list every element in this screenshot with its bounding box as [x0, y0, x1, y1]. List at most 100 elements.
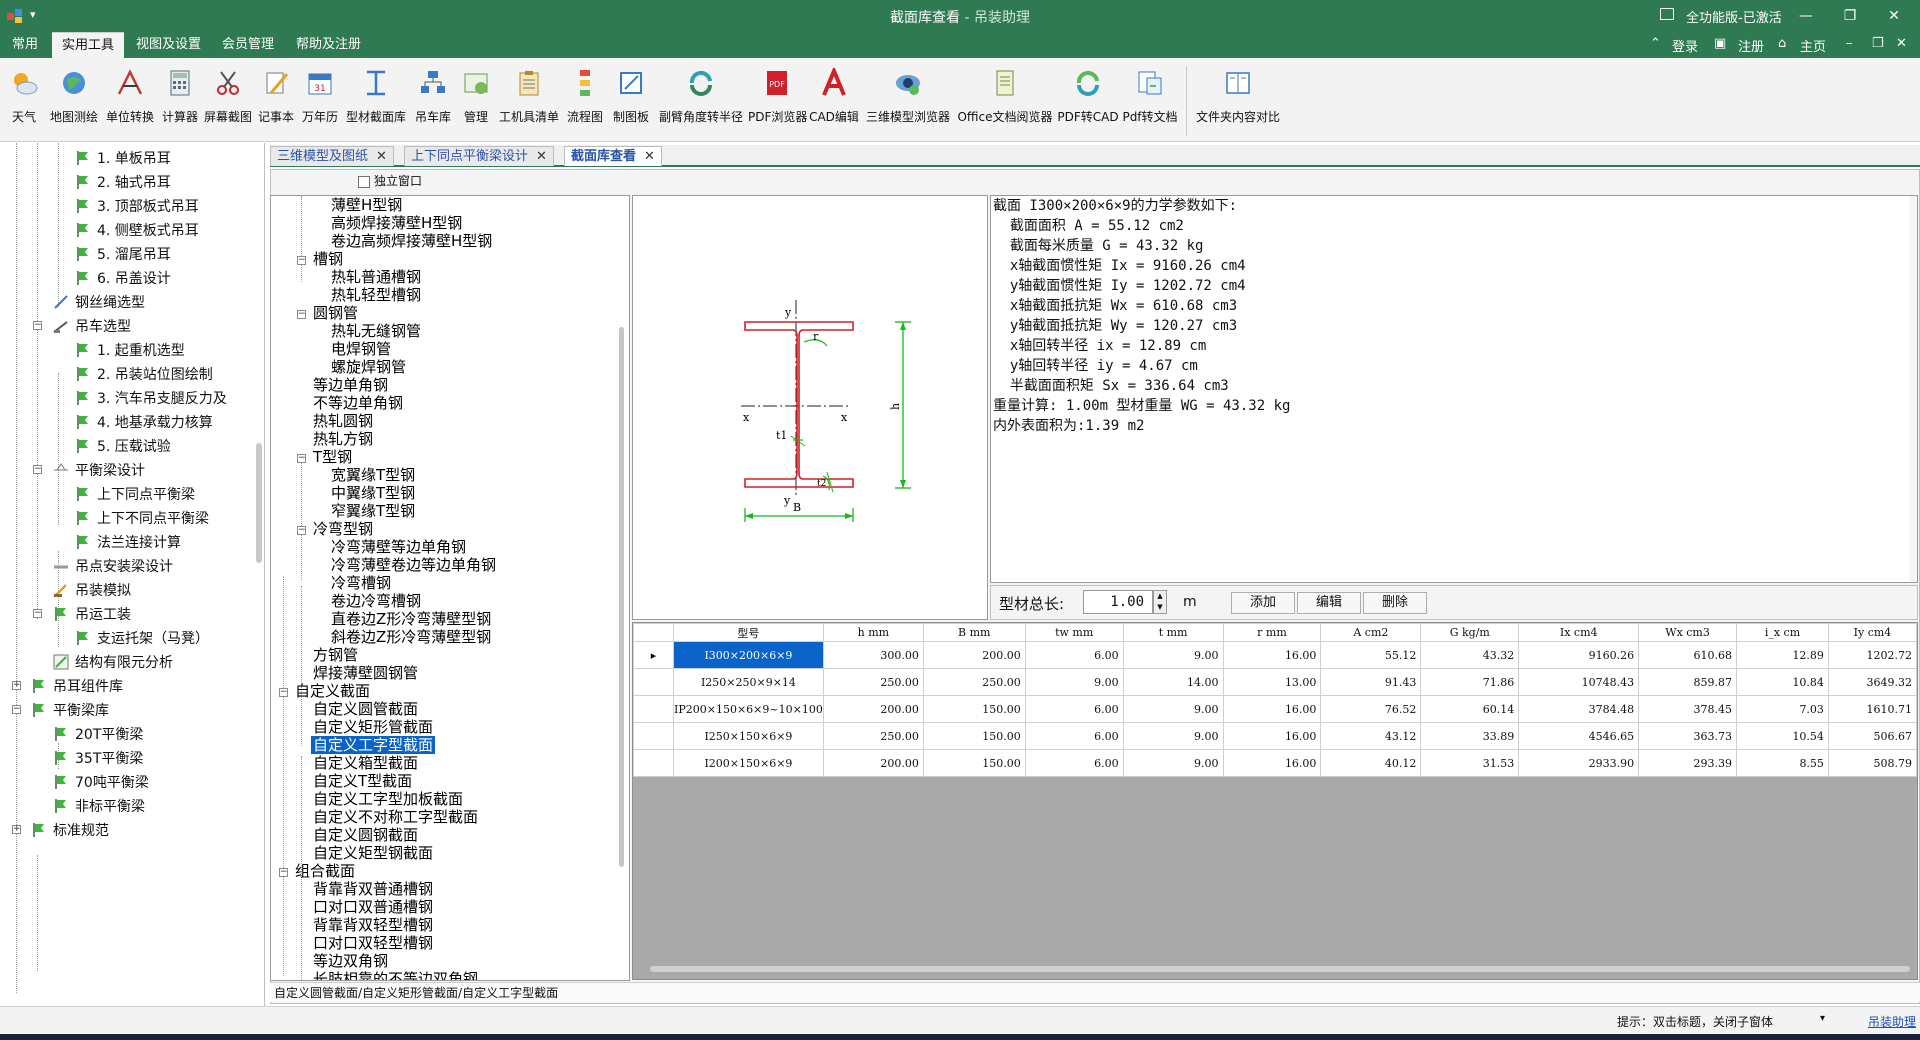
tree-item-bearing-capacity[interactable]: 4. 地基承载力核算: [74, 411, 213, 435]
table-cell[interactable]: 6.00: [1024, 749, 1124, 777]
tree-item-lug-library[interactable]: 吊耳组件库: [30, 675, 123, 699]
table-cell[interactable]: 31.53: [1420, 749, 1520, 777]
independent-window-checkbox[interactable]: 独立窗口: [358, 172, 422, 189]
table-cell[interactable]: 6.00: [1024, 695, 1124, 723]
tree-item-lifting-cap[interactable]: 6. 吊盖设计: [74, 267, 171, 291]
edit-button[interactable]: 编辑: [1297, 592, 1361, 614]
table-cell-model[interactable]: I250×150×6×9: [672, 722, 824, 750]
tree-item-crane-selection[interactable]: 吊车选型: [52, 315, 131, 339]
table-cell[interactable]: 1610.71: [1827, 695, 1917, 723]
table-cell[interactable]: 200.00: [822, 749, 924, 777]
table-cell[interactable]: 16.00: [1222, 749, 1322, 777]
section-item[interactable]: 冷弯槽钢: [331, 574, 391, 592]
section-group[interactable]: T型钢: [313, 448, 352, 466]
menu-tab-view-settings[interactable]: 视图及设置: [126, 32, 211, 58]
section-tree-scrollbar[interactable]: [618, 197, 626, 977]
help-link[interactable]: 吊装助理: [1868, 1013, 1916, 1030]
register-icon[interactable]: ▣: [1714, 36, 1726, 51]
row-header[interactable]: [633, 668, 674, 696]
tool-pdf-to-doc[interactable]: Pdf转文档: [1120, 62, 1180, 138]
length-stepper[interactable]: ▲ ▼: [1153, 590, 1167, 614]
tab-3d-models[interactable]: 三维模型及图纸 ✕: [270, 146, 394, 166]
column-header[interactable]: Iy cm4: [1827, 623, 1917, 642]
section-item-selected[interactable]: 自定义工字型截面: [311, 736, 436, 754]
section-item[interactable]: 热轧无缝钢管: [331, 322, 421, 340]
table-cell[interactable]: 2933.90: [1518, 749, 1640, 777]
section-item[interactable]: 卷边冷弯槽钢: [331, 592, 421, 610]
section-group-custom[interactable]: 自定义截面: [295, 682, 370, 700]
tool-weather[interactable]: 天气: [2, 62, 46, 138]
table-cell[interactable]: 16.00: [1222, 695, 1322, 723]
section-item[interactable]: 直卷边Z形冷弯薄壁型钢: [331, 610, 491, 628]
table-cell[interactable]: 610.68: [1638, 641, 1738, 669]
tool-calendar[interactable]: 31 万年历: [298, 62, 342, 138]
table-cell[interactable]: 9.00: [1122, 749, 1224, 777]
table-cell[interactable]: 4546.65: [1518, 722, 1640, 750]
tree-item-support-bracket[interactable]: 支运托架（马凳）: [74, 627, 209, 651]
tool-cad-edit[interactable]: CAD编辑: [806, 62, 862, 138]
tree-scrollbar[interactable]: [256, 443, 262, 563]
table-cell[interactable]: 200.00: [922, 641, 1026, 669]
column-header[interactable]: t mm: [1122, 623, 1224, 642]
menu-tab-help-register[interactable]: 帮助及注册: [286, 32, 371, 58]
tree-item-spreader-35t[interactable]: 35T平衡梁: [52, 747, 143, 771]
menu-tab-membership[interactable]: 会员管理: [212, 32, 284, 58]
collapse-ribbon-icon[interactable]: ⌃: [1650, 36, 1661, 51]
section-item[interactable]: 中翼缘T型钢: [331, 484, 415, 502]
section-item[interactable]: 长肢相靠的不等边双角钢: [313, 970, 478, 980]
expand-icon[interactable]: +: [12, 681, 21, 690]
close-button[interactable]: ✕: [1874, 4, 1914, 28]
tool-manage[interactable]: 管理: [456, 62, 496, 138]
collapse-icon[interactable]: −: [33, 321, 42, 330]
tree-item-same-point-spreader[interactable]: 上下同点平衡梁: [74, 483, 195, 507]
section-item[interactable]: 热轧方钢: [313, 430, 373, 448]
table-cell[interactable]: 60.14: [1420, 695, 1520, 723]
column-header[interactable]: Ix cm4: [1518, 623, 1640, 642]
add-button[interactable]: 添加: [1231, 592, 1295, 614]
column-header[interactable]: r mm: [1222, 623, 1322, 642]
column-header[interactable]: h mm: [822, 623, 924, 642]
table-cell[interactable]: 7.03: [1736, 695, 1829, 723]
close-tab-icon[interactable]: ✕: [376, 149, 387, 164]
tree-item-flange-calc[interactable]: 法兰连接计算: [74, 531, 181, 555]
table-cell[interactable]: 6.00: [1024, 641, 1124, 669]
table-cell[interactable]: 71.86: [1420, 668, 1520, 696]
spin-down-icon[interactable]: ▼: [1154, 602, 1166, 613]
section-item[interactable]: 不等边单角钢: [313, 394, 403, 412]
table-cell[interactable]: 378.45: [1638, 695, 1738, 723]
table-cell[interactable]: 1202.72: [1827, 641, 1917, 669]
section-item[interactable]: 电焊钢管: [331, 340, 391, 358]
sub-minimize-button[interactable]: –: [1846, 36, 1853, 51]
home-link[interactable]: 主页: [1800, 36, 1826, 55]
expand-icon[interactable]: +: [12, 825, 21, 834]
table-cell[interactable]: 9.00: [1122, 641, 1224, 669]
tree-item-top-plate-lug[interactable]: 3. 顶部板式吊耳: [74, 195, 199, 219]
table-cell[interactable]: 12.89: [1736, 641, 1829, 669]
tree-item-load-test[interactable]: 5. 压载试验: [74, 435, 171, 459]
table-cell[interactable]: 9.00: [1122, 695, 1224, 723]
table-cell[interactable]: 16.00: [1222, 722, 1322, 750]
section-item[interactable]: 自定义矩形管截面: [313, 718, 433, 736]
section-item[interactable]: 斜卷边Z形冷弯薄壁型钢: [331, 628, 491, 646]
tool-3d-model-viewer[interactable]: 三维模型浏览器: [862, 62, 954, 138]
checkbox-box[interactable]: [358, 175, 370, 188]
collapse-icon[interactable]: −: [297, 454, 306, 463]
tree-item-outrigger-force[interactable]: 3. 汽车吊支腿反力及: [74, 387, 227, 411]
tool-folder-compare[interactable]: 文件夹内容对比: [1190, 62, 1286, 138]
table-cell-model[interactable]: I300×200×6×9: [672, 641, 824, 669]
section-item[interactable]: 口对口双轻型槽钢: [313, 934, 433, 952]
home-icon[interactable]: ⌂: [1778, 36, 1786, 51]
tab-section-viewer[interactable]: 截面库查看 ✕: [564, 146, 662, 166]
sub-close-button[interactable]: ✕: [1896, 36, 1907, 51]
table-cell[interactable]: 40.12: [1320, 749, 1422, 777]
table-cell[interactable]: 55.12: [1320, 641, 1422, 669]
status-dropdown-icon[interactable]: ▾: [1820, 1013, 1825, 1024]
table-cell[interactable]: 10.54: [1736, 722, 1829, 750]
tree-item-single-plate-lug[interactable]: 1. 单板吊耳: [74, 147, 171, 171]
table-cell[interactable]: 200.00: [822, 695, 924, 723]
tool-pdf-to-cad[interactable]: PDF转CAD: [1056, 62, 1120, 138]
collapse-icon[interactable]: −: [297, 526, 306, 535]
section-item[interactable]: 自定义不对称工字型截面: [313, 808, 478, 826]
tool-crane-library[interactable]: 吊车库: [410, 62, 456, 138]
table-cell[interactable]: 9160.26: [1518, 641, 1640, 669]
